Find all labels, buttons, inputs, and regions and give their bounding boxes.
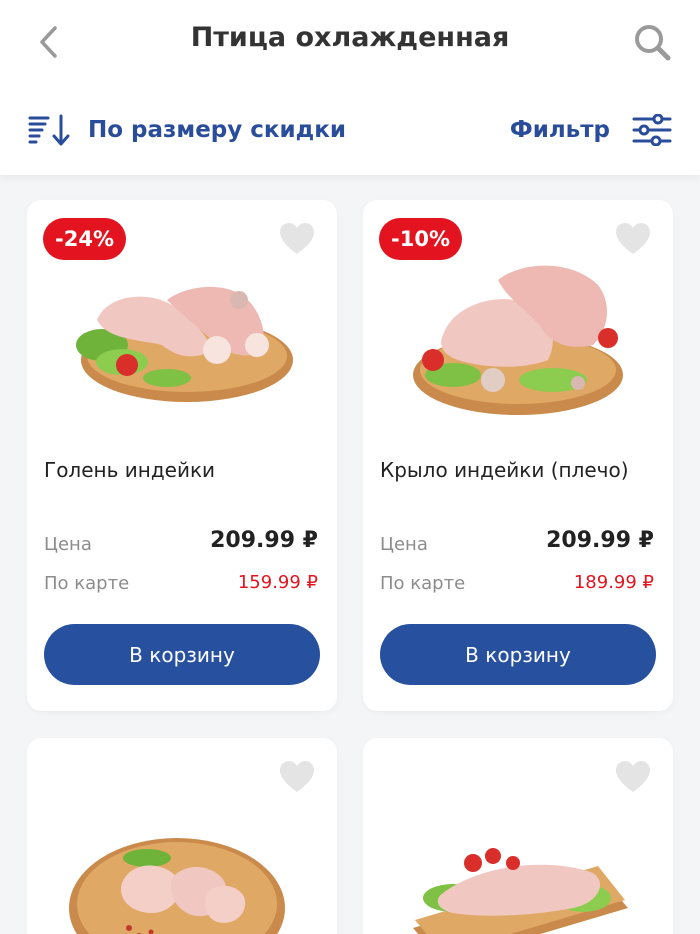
top-bar: Птица охлажденная По размеру скидки Филь…: [0, 0, 700, 175]
add-to-cart-button[interactable]: В корзину: [44, 624, 320, 685]
price-label: Цена: [44, 534, 92, 555]
chicken-pieces-image: [69, 838, 285, 934]
sort-label: По размеру скидки: [88, 117, 346, 143]
filter-control[interactable]: Фильтр: [510, 110, 672, 150]
add-to-cart-button[interactable]: В корзину: [380, 624, 656, 685]
price-value: 209.99 ₽: [546, 528, 654, 553]
page-title: Птица охлажденная: [190, 22, 510, 53]
filter-label: Фильтр: [509, 117, 610, 143]
filter-sliders-icon: [632, 114, 672, 146]
turkey-breast-image: [413, 848, 628, 934]
card-price-label: По карте: [380, 573, 466, 594]
price-label: Цена: [380, 534, 428, 555]
product-name: Голень индейки: [44, 458, 216, 482]
product-name: Крыло индейки (плечо): [380, 458, 629, 482]
price-value: 209.99 ₽: [210, 528, 318, 553]
product-card[interactable]: -10% Крыло индейки (плечо) Цена 209.99 ₽…: [363, 200, 673, 711]
turkey-wings-image: [413, 265, 623, 415]
card-price-label: По карте: [44, 573, 130, 594]
product-card[interactable]: [363, 738, 673, 934]
card-price-value: 159.99 ₽: [237, 572, 318, 593]
sort-control[interactable]: По размеру скидки: [28, 110, 346, 150]
turkey-drumsticks-image: [76, 286, 293, 402]
card-price-value: 189.99 ₽: [573, 572, 654, 593]
sort-icon: [28, 114, 70, 146]
product-card[interactable]: [27, 738, 337, 934]
search-icon[interactable]: [632, 22, 672, 62]
product-card[interactable]: -24% Голень индейки Цена 209.99 ₽ По кар…: [27, 200, 337, 711]
